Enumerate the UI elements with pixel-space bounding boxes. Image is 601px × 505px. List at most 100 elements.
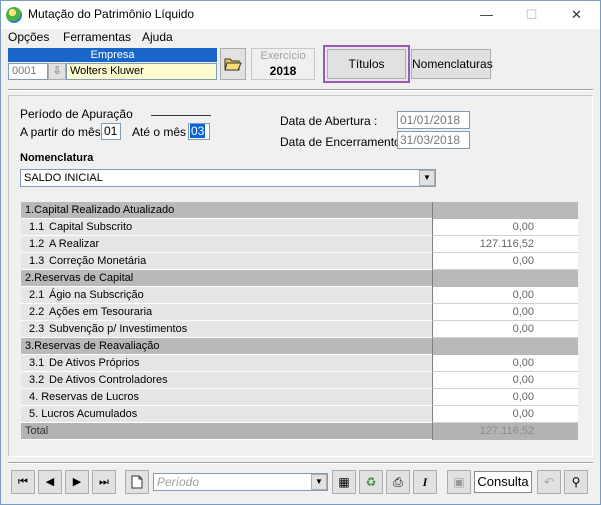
first-icon: ⏮: [18, 476, 28, 488]
row-value[interactable]: 0,00: [432, 253, 578, 270]
print-button[interactable]: ⎙: [386, 470, 410, 494]
row-value[interactable]: 0,00: [432, 304, 578, 321]
row-value[interactable]: 0,00: [432, 389, 578, 406]
group-row: 2.Reservas de Capital: [21, 270, 578, 287]
previous-icon: ◀: [45, 476, 55, 488]
recycle-icon: ♻: [365, 475, 377, 489]
download-arrow-icon: ⇩: [52, 65, 62, 77]
separator: [8, 89, 593, 91]
folder-open-icon: [224, 58, 242, 71]
row-value[interactable]: 0,00: [432, 321, 578, 338]
app-icon: [6, 7, 22, 23]
table-row[interactable]: 3.1 De Ativos Próprios 0,00: [21, 355, 578, 372]
row-label: 2.3 Subvenção p/ Investimentos: [21, 321, 432, 338]
row-value[interactable]: 0,00: [432, 219, 578, 236]
previous-record-button[interactable]: ◀: [38, 470, 62, 494]
row-code: 1.2: [29, 238, 45, 250]
row-label: 3.1 De Ativos Próprios: [21, 355, 432, 372]
table-row[interactable]: 2.2 Ações em Tesouraria 0,00: [21, 304, 578, 321]
periodo-to-value: 03: [190, 124, 206, 138]
row-code: 2.1: [29, 289, 45, 301]
save-button[interactable]: ▣: [447, 470, 471, 494]
italic-button[interactable]: I: [413, 470, 437, 494]
table-row[interactable]: 3.2 De Ativos Controladores 0,00: [21, 372, 578, 389]
table-row[interactable]: 1.1 Capital Subscrito 0,00: [21, 219, 578, 236]
table-row[interactable]: 1.3 Correção Monetária 0,00: [21, 253, 578, 270]
data-encerramento-field[interactable]: 31/03/2018: [397, 131, 470, 149]
table-row[interactable]: 2.1 Ágio na Subscrição 0,00: [21, 287, 578, 304]
search-button[interactable]: ⚲: [564, 470, 588, 494]
row-value[interactable]: 0,00: [432, 372, 578, 389]
row-label-text: 3.Reservas de Reavaliação: [25, 340, 160, 352]
menu-ajuda[interactable]: Ajuda: [142, 30, 173, 44]
first-record-button[interactable]: ⏮: [11, 470, 35, 494]
window-title: Mutação do Patrimônio Líquido: [28, 7, 195, 21]
periodo-from-label: A partir do mês: [20, 125, 101, 139]
group-row: 3.Reservas de Reavaliação: [21, 338, 578, 355]
undo-icon: ↶: [543, 475, 555, 489]
periodo-to-input[interactable]: 03: [188, 123, 210, 140]
row-value[interactable]: 127.116,52: [432, 236, 578, 253]
periodo-dropdown-button[interactable]: ▼: [311, 474, 327, 490]
menu-opcoes[interactable]: Opções: [8, 30, 49, 44]
periodo-filter-placeholder: Período: [157, 475, 200, 489]
row-value[interactable]: 0,00: [432, 406, 578, 423]
maximize-button[interactable]: ☐: [509, 1, 554, 29]
row-label: 3.Reservas de Reavaliação: [21, 338, 432, 355]
recycle-button[interactable]: ♻: [359, 470, 383, 494]
row-label: 5. Lucros Acumulados: [21, 406, 432, 423]
empresa-code-field[interactable]: 0001: [8, 63, 48, 80]
footer-separator: [8, 462, 593, 464]
empresa-lookup-button[interactable]: ⇩: [48, 63, 66, 80]
row-label-text: Ações em Tesouraria: [49, 306, 153, 318]
data-abertura-field[interactable]: 01/01/2018: [397, 111, 470, 129]
row-label-text: A Realizar: [49, 238, 100, 250]
table-row[interactable]: 5. Lucros Acumulados 0,00: [21, 406, 578, 423]
empresa-label: Empresa: [8, 48, 217, 62]
row-value[interactable]: 0,00: [432, 287, 578, 304]
data-encerramento-label: Data de Encerramento :: [280, 135, 408, 149]
row-label-text: 2.Reservas de Capital: [25, 272, 134, 284]
close-button[interactable]: ✕: [554, 1, 599, 29]
row-value: [432, 338, 578, 355]
undo-button[interactable]: ↶: [537, 470, 561, 494]
minimize-button[interactable]: —: [464, 1, 509, 29]
row-value: 127.116,52: [432, 423, 578, 440]
row-label-text: Subvenção p/ Investimentos: [49, 323, 188, 335]
calculator-icon: ▦: [338, 475, 350, 489]
menu-ferramentas[interactable]: Ferramentas: [63, 30, 131, 44]
row-label: 2.Reservas de Capital: [21, 270, 432, 287]
titulos-button[interactable]: Títulos: [327, 49, 406, 79]
periodo-line: [151, 115, 211, 116]
row-label: 3.2 De Ativos Controladores: [21, 372, 432, 389]
nomenclaturas-button[interactable]: Nomenclaturas: [411, 49, 493, 79]
row-label: 2.1 Ágio na Subscrição: [21, 287, 432, 304]
periodo-from-input[interactable]: 01: [101, 123, 121, 140]
save-icon: ▣: [453, 475, 465, 489]
row-code: 2.3: [29, 323, 45, 335]
row-label-text: 4. Reservas de Lucros: [29, 391, 140, 403]
table-row[interactable]: 1.2 A Realizar 127.116,52: [21, 236, 578, 253]
row-label: 1.Capital Realizado Atualizado: [21, 202, 432, 219]
italic-icon: I: [422, 475, 428, 489]
main-window: Mutação do Patrimônio Líquido — ☐ ✕ Opçõ…: [0, 0, 601, 505]
open-folder-button[interactable]: [220, 48, 246, 80]
nomenclatura-select[interactable]: SALDO INICIAL: [20, 169, 436, 187]
periodo-filter-select[interactable]: Período: [153, 473, 328, 491]
row-value[interactable]: 0,00: [432, 355, 578, 372]
row-code: 3.2: [29, 374, 45, 386]
exercicio-box: Exercício 2018: [251, 48, 315, 80]
table-row[interactable]: 2.3 Subvenção p/ Investimentos 0,00: [21, 321, 578, 338]
chevron-down-icon: ▼: [315, 477, 323, 486]
table-row[interactable]: 4. Reservas de Lucros 0,00: [21, 389, 578, 406]
calculator-button[interactable]: ▦: [332, 470, 356, 494]
next-record-button[interactable]: ▶: [65, 470, 89, 494]
new-document-button[interactable]: [125, 470, 149, 494]
last-record-button[interactable]: ⏭: [92, 470, 116, 494]
next-icon: ▶: [72, 476, 82, 488]
row-label: 1.2 A Realizar: [21, 236, 432, 253]
row-label-text: 1.Capital Realizado Atualizado: [25, 204, 175, 216]
row-label-text: 5. Lucros Acumulados: [29, 408, 138, 420]
nomenclatura-dropdown-button[interactable]: ▼: [419, 170, 435, 186]
printer-icon: ⎙: [393, 475, 403, 489]
